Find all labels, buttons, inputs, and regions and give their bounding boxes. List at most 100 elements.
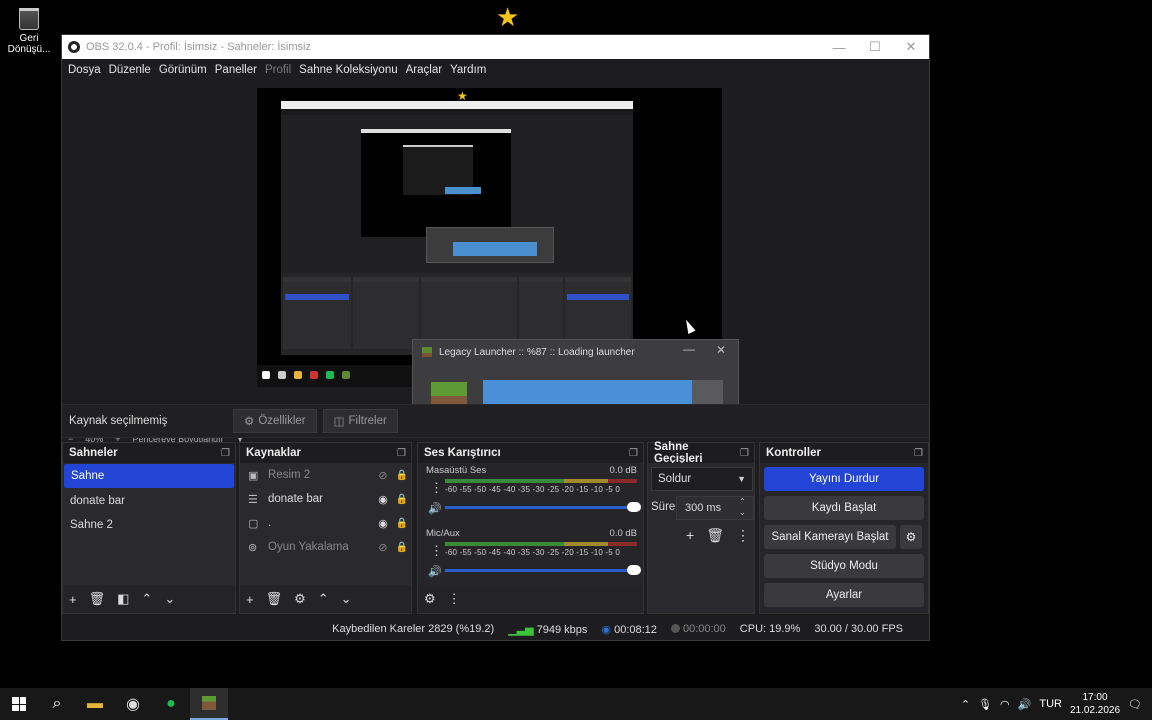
speaker-icon[interactable]: 🔊 [428,565,442,578]
start-virtualcam-button[interactable]: Sanal Kamerayı Başlat [764,525,896,549]
source-item[interactable]: ▢ . ◉ 🔒 [240,511,411,535]
start-record-button[interactable]: Kaydı Başlat [764,496,924,520]
menu-help[interactable]: Yardım [446,64,490,76]
lock-icon[interactable]: 🔒 [393,470,411,481]
more-options-icon[interactable]: ⋮ [736,527,750,544]
float-icon[interactable]: ❐ [740,448,749,459]
notification-icon[interactable]: 🗨 [1128,698,1142,711]
menu-tools[interactable]: Araçlar [402,64,446,76]
scene-filter-icon[interactable]: ◧ [117,591,129,607]
source-toolbar: Kaynak seçilmemiş ⚙ Özellikler ◫ Filtrel… [62,404,929,438]
slider-knob[interactable] [627,565,641,575]
source-item[interactable]: ⊚ Oyun Yakalama ⊘ 🔒 [240,535,411,559]
meter-scale: -60 -55 -50 -45 -40 -35 -30 -25 -20 -15 … [445,485,621,494]
obs-window: OBS 32.0.4 - Profil: İsimsiz - Sahneler:… [61,34,930,641]
chevron-up-icon[interactable]: ⌃ [318,591,329,607]
lock-icon[interactable]: 🔒 [393,542,411,553]
gear-icon[interactable]: ⚙ [294,591,306,607]
minecraft-launcher-icon[interactable] [190,688,228,720]
slider-knob[interactable] [627,502,641,512]
obs-taskbar-icon[interactable]: ◉ [114,688,152,720]
launcher-close-button[interactable]: ✕ [716,343,726,357]
scene-item[interactable]: Sahne 2 [63,513,235,537]
clock-date: 21.02.2026 [1069,705,1121,716]
chevron-down-icon[interactable]: ⌄ [164,591,175,607]
transitions-body: Soldur ▼ Süre 300 ms ⌃ ⌄ + 🗑 ⋮ [648,463,754,613]
stop-stream-button[interactable]: Yayını Durdur [764,467,924,491]
menu-view[interactable]: Görünüm [155,64,211,76]
taskbar: ⌕ ▬ ◉ ● ⌃ 🎙 ◠ 🔊 TUR 17:00 21.02.2026 🗨 [0,688,1152,720]
volume-slider[interactable] [445,565,641,575]
scene-item[interactable]: Sahne [64,464,234,488]
scene-item[interactable]: donate bar [63,489,235,513]
sources-title: Kaynaklar [246,447,301,459]
file-explorer-icon[interactable]: ▬ [76,688,114,720]
recycle-bin-shortcut[interactable]: Geri Dönüşü... [6,6,52,55]
add-icon[interactable]: + [686,527,694,544]
mixer-title: Ses Karıştırıcı [424,447,501,459]
sources-list: ▣ Resim 2 ⊘ 🔒 ☰ donate bar ◉ 🔒 ▢ . ◉ 🔒 ⊚… [240,463,411,585]
more-options-icon[interactable]: ⋮ [448,591,461,607]
volume-slider[interactable] [445,502,641,512]
spotify-icon[interactable]: ● [152,688,190,720]
trash-icon[interactable]: 🗑 [89,591,106,607]
menu-scene-collection[interactable]: Sahne Koleksiyonu [295,64,401,76]
speaker-icon[interactable]: 🔊 [428,502,442,515]
menu-bar: Dosya Düzenle Görünüm Paneller Profil Sa… [62,59,929,80]
minimize-button[interactable]: — [821,40,857,55]
volume-icon[interactable]: 🔊 [1018,698,1032,711]
lock-icon[interactable]: 🔒 [393,494,411,505]
eye-icon[interactable]: ◉ [373,493,393,506]
duration-stepper[interactable]: ⌃ ⌄ [739,496,746,518]
eye-icon[interactable]: ◉ [373,517,393,530]
lock-icon[interactable]: 🔒 [393,518,411,529]
filters-button[interactable]: ◫ Filtreler [322,409,398,433]
transition-select[interactable]: Soldur ▼ [651,467,753,491]
scenes-dock: Sahneler ❐ Sahne donate bar Sahne 2 + 🗑 ◧… [62,442,236,614]
source-item[interactable]: ▣ Resim 2 ⊘ 🔒 [240,463,411,487]
more-options-icon[interactable]: ⋮ [430,543,443,559]
filter-icon: ◫ [333,416,345,428]
virtualcam-settings-button[interactable]: ⚙ [900,525,922,549]
maximize-button[interactable]: ☐ [857,39,893,55]
chevron-up-icon[interactable]: ⌃ [141,591,152,607]
float-icon[interactable]: ❐ [221,448,230,459]
start-button[interactable] [0,688,38,720]
menu-edit[interactable]: Düzenle [105,64,155,76]
duration-label: Süre [651,501,676,513]
trash-icon[interactable]: 🗑 [266,591,283,607]
menu-docks[interactable]: Paneller [211,64,261,76]
clock[interactable]: 17:00 21.02.2026 [1070,691,1120,717]
search-icon[interactable]: ⌕ [38,688,76,720]
record-time: 00:00:00 [682,623,726,635]
microphone-icon[interactable]: 🎙 [978,698,992,711]
close-button[interactable]: ✕ [893,39,929,55]
eye-hidden-icon[interactable]: ⊘ [373,469,393,482]
menu-profile[interactable]: Profil [261,64,295,76]
chevron-up-icon[interactable]: ⌃ [961,698,970,711]
settings-button[interactable]: Ayarlar [764,583,924,607]
launcher-minimize-button[interactable]: — [683,342,695,356]
eye-hidden-icon[interactable]: ⊘ [373,541,393,554]
more-options-icon[interactable]: ⋮ [430,480,443,496]
trash-icon[interactable]: 🗑 [706,527,724,544]
float-icon[interactable]: ❐ [629,448,638,459]
language-indicator[interactable]: TUR [1039,698,1062,710]
sources-dock: Kaynaklar ❐ ▣ Resim 2 ⊘ 🔒 ☰ donate bar ◉ … [239,442,412,614]
advanced-audio-icon[interactable]: ⚙ [424,591,436,607]
source-item[interactable]: ☰ donate bar ◉ 🔒 [240,487,411,511]
duration-value: 300 ms [685,502,722,514]
system-tray: ⌃ 🎙 ◠ 🔊 TUR 17:00 21.02.2026 🗨 [961,688,1152,720]
studio-mode-button[interactable]: Stüdyo Modu [764,554,924,578]
controls-dock: Kontroller ❐ Yayını Durdur Kaydı Başlat S… [759,442,929,614]
float-icon[interactable]: ❐ [914,448,923,459]
properties-button[interactable]: ⚙ Özellikler [233,409,317,433]
add-icon[interactable]: + [246,592,254,607]
menu-file[interactable]: Dosya [64,64,105,76]
star-icon: ★ [496,2,520,32]
wifi-icon[interactable]: ◠ [1000,698,1010,711]
windows-logo-icon [12,697,26,711]
add-icon[interactable]: + [69,592,77,607]
float-icon[interactable]: ❐ [397,448,406,459]
chevron-down-icon[interactable]: ⌄ [341,591,352,607]
